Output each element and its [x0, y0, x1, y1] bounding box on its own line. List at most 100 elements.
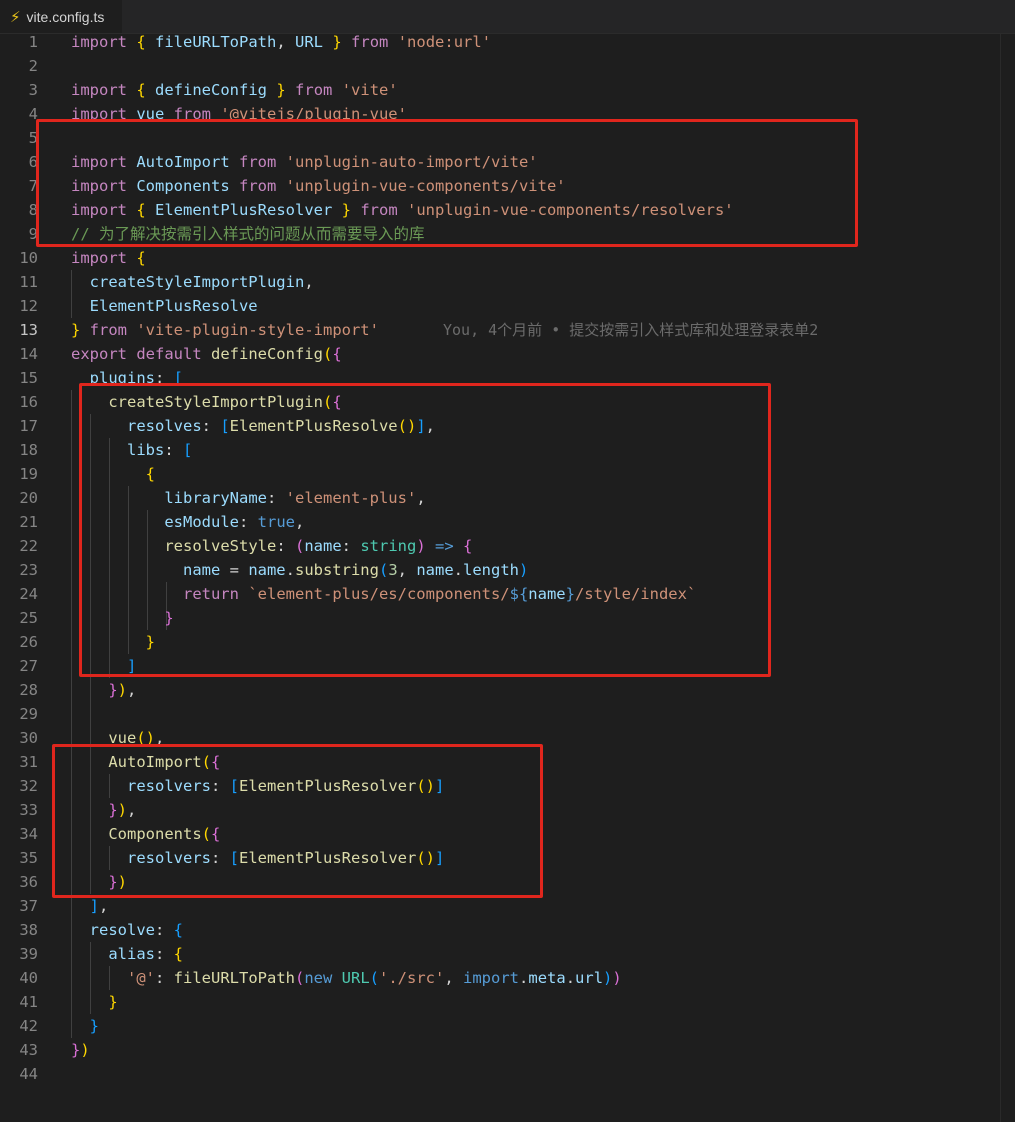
line-number: 29 [19, 705, 38, 723]
line-number: 27 [19, 657, 38, 675]
code-token: from [341, 33, 389, 51]
line-number: 26 [19, 633, 38, 651]
line-number: 32 [19, 777, 38, 795]
line-number: 3 [28, 81, 38, 99]
code-token: import [71, 249, 127, 267]
code-token: { [136, 249, 146, 267]
code-line[interactable]: 43}) [0, 1038, 1015, 1062]
code-line[interactable]: 41 } [0, 990, 1015, 1014]
code-token: from [285, 81, 333, 99]
tab-bar: ⚡ vite.config.ts [0, 0, 1015, 34]
code-token: { [173, 921, 184, 939]
code-line[interactable]: 1 import { fileURLToPath, URL } from 'nod… [0, 30, 1015, 54]
line-number: 10 [19, 249, 38, 267]
code-token: defineConfig [201, 345, 323, 363]
code-text: }) [71, 1038, 90, 1062]
line-number: 39 [19, 945, 38, 963]
code-line[interactable]: 39 alias: { [0, 942, 1015, 966]
code-token: import [463, 969, 520, 987]
tab-title: vite.config.ts [26, 9, 105, 25]
code-text: resolve: { [71, 918, 183, 942]
line-number: 37 [19, 897, 38, 915]
code-token: { [173, 945, 184, 963]
code-token: } [108, 681, 118, 699]
highlight-box-imports [36, 119, 858, 247]
code-line[interactable]: 38 resolve: { [0, 918, 1015, 942]
code-text: alias: { [71, 942, 183, 966]
code-token: . [565, 969, 576, 987]
code-token: ( [322, 345, 333, 363]
code-token: URL [332, 969, 370, 987]
code-token: import [71, 81, 127, 99]
code-line[interactable]: 11 createStyleImportPlugin, [0, 270, 1015, 294]
code-text: import { [71, 246, 146, 270]
code-line[interactable]: 42 } [0, 1014, 1015, 1038]
code-token: : [155, 921, 174, 939]
code-token: , [127, 681, 137, 699]
code-token: 'vite-plugin-style-import' [127, 321, 379, 339]
code-token: { [332, 345, 342, 363]
code-token: ) [117, 681, 128, 699]
line-number: 4 [28, 105, 38, 123]
code-text: }), [71, 678, 136, 702]
code-line[interactable]: 40 '@': fileURLToPath(new URL('./src', i… [0, 966, 1015, 990]
line-number: 18 [19, 441, 38, 459]
line-number: 21 [19, 513, 38, 531]
code-token: ] [89, 897, 100, 915]
code-line[interactable]: 10 import { [0, 246, 1015, 270]
code-token: } [89, 1017, 100, 1035]
lightning-icon: ⚡ [10, 8, 21, 26]
line-number: 35 [19, 849, 38, 867]
code-text: } [71, 1014, 99, 1038]
line-number: 44 [19, 1065, 38, 1083]
line-number: 28 [19, 681, 38, 699]
line-number: 13 [19, 321, 38, 339]
code-token: } [108, 993, 118, 1011]
line-number: 33 [19, 801, 38, 819]
code-line[interactable]: 2 [0, 54, 1015, 78]
line-number: 41 [19, 993, 38, 1011]
code-token: alias [108, 945, 155, 963]
line-number: 22 [19, 537, 38, 555]
code-token: ) [80, 1041, 90, 1059]
code-token: , [304, 273, 314, 291]
line-number: 19 [19, 465, 38, 483]
code-line[interactable]: 13} from 'vite-plugin-style-import' You, … [0, 318, 1015, 342]
code-line[interactable]: 29 [0, 702, 1015, 726]
code-token: from [80, 321, 128, 339]
code-token: new [304, 969, 333, 987]
code-token: , [444, 969, 464, 987]
code-token: url [575, 969, 604, 987]
code-text: '@': fileURLToPath(new URL('./src', impo… [71, 966, 622, 990]
code-token: } [276, 81, 286, 99]
code-token: : [155, 969, 174, 987]
code-line[interactable]: 28 }), [0, 678, 1015, 702]
code-line[interactable]: 14 export default defineConfig({ [0, 342, 1015, 366]
vertical-scrollbar[interactable] [1000, 34, 1015, 1122]
code-line[interactable]: 12 ElementPlusResolve [0, 294, 1015, 318]
code-token: fileURLToPath [173, 969, 295, 987]
line-number: 1 [28, 33, 38, 51]
editor-tab[interactable]: ⚡ vite.config.ts [0, 0, 123, 34]
code-line[interactable]: 44 [0, 1062, 1015, 1086]
code-token: { [136, 81, 146, 99]
line-number: 25 [19, 609, 38, 627]
code-token: ElementPlusResolve [89, 297, 258, 315]
highlight-box-style-import-plugin [79, 383, 771, 677]
line-number: 14 [19, 345, 38, 363]
code-text: } [71, 990, 118, 1014]
highlight-box-resolvers [52, 744, 543, 898]
code-token: 'vite' [332, 81, 398, 99]
line-number: 42 [19, 1017, 38, 1035]
code-text: import { fileURLToPath, URL } from 'node… [71, 30, 491, 54]
code-line[interactable]: 3 import { defineConfig } from 'vite' [0, 78, 1015, 102]
code-token: '@' [127, 969, 155, 987]
line-number: 16 [19, 393, 38, 411]
